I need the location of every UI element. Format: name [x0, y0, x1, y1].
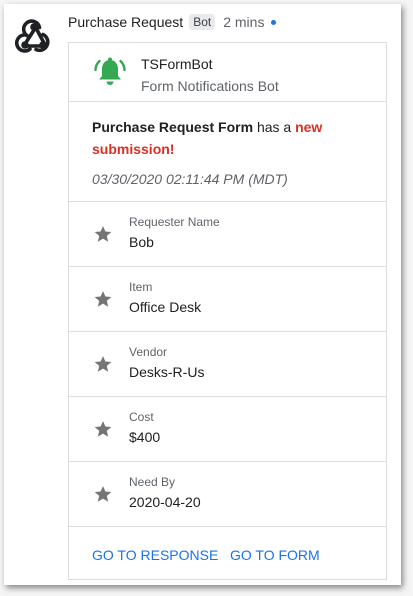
star-icon: [94, 226, 112, 242]
field-row: Item Office Desk: [69, 267, 386, 332]
field-row: Vendor Desks-R-Us: [69, 332, 386, 397]
submission-date: 03/30/2020 02:11:44 PM (MDT): [92, 171, 288, 187]
field-label: Requester Name: [129, 215, 220, 229]
card-header: TSFormBot Form Notifications Bot: [69, 43, 386, 102]
bell-icon: [94, 57, 126, 85]
star-icon: [94, 291, 112, 307]
go-to-response-button[interactable]: GO TO RESPONSE: [92, 547, 218, 563]
go-to-form-button[interactable]: GO TO FORM: [230, 547, 320, 563]
star-icon: [94, 356, 112, 372]
field-value: 2020-04-20: [129, 494, 201, 510]
field-row: Requester Name Bob: [69, 202, 386, 267]
form-name: Purchase Request Form: [92, 119, 254, 135]
message-text: Purchase Request Form has a new submissi…: [92, 116, 364, 160]
chat-message-window: Purchase Request Bot 2 mins TSFormBot Fo…: [4, 4, 401, 585]
message-header: Purchase Request Bot 2 mins: [68, 14, 277, 30]
field-value: $400: [129, 429, 161, 445]
bot-name: TSFormBot: [141, 56, 213, 72]
webhooks-icon: [14, 19, 50, 53]
field-value: Bob: [129, 234, 154, 250]
sender-name[interactable]: Purchase Request: [68, 14, 183, 30]
field-row: Cost $400: [69, 397, 386, 462]
field-row: Need By 2020-04-20: [69, 462, 386, 527]
field-label: Vendor: [129, 345, 168, 359]
field-label: Need By: [129, 475, 176, 489]
form-notification-card: TSFormBot Form Notifications Bot Purchas…: [68, 42, 387, 580]
field-label: Item: [129, 280, 153, 294]
message-middle: has a: [253, 119, 296, 135]
field-value: Office Desk: [129, 299, 202, 315]
card-actions: GO TO RESPONSE GO TO FORM: [69, 527, 386, 577]
timestamp: 2 mins: [223, 14, 265, 30]
bot-subtitle: Form Notifications Bot: [141, 78, 279, 94]
star-icon: [94, 486, 112, 502]
field-value: Desks-R-Us: [129, 364, 205, 380]
card-message: Purchase Request Form has a new submissi…: [69, 102, 386, 202]
unread-dot-icon: [271, 19, 277, 25]
field-label: Cost: [129, 410, 154, 424]
bot-badge: Bot: [189, 14, 216, 30]
star-icon: [94, 421, 112, 437]
